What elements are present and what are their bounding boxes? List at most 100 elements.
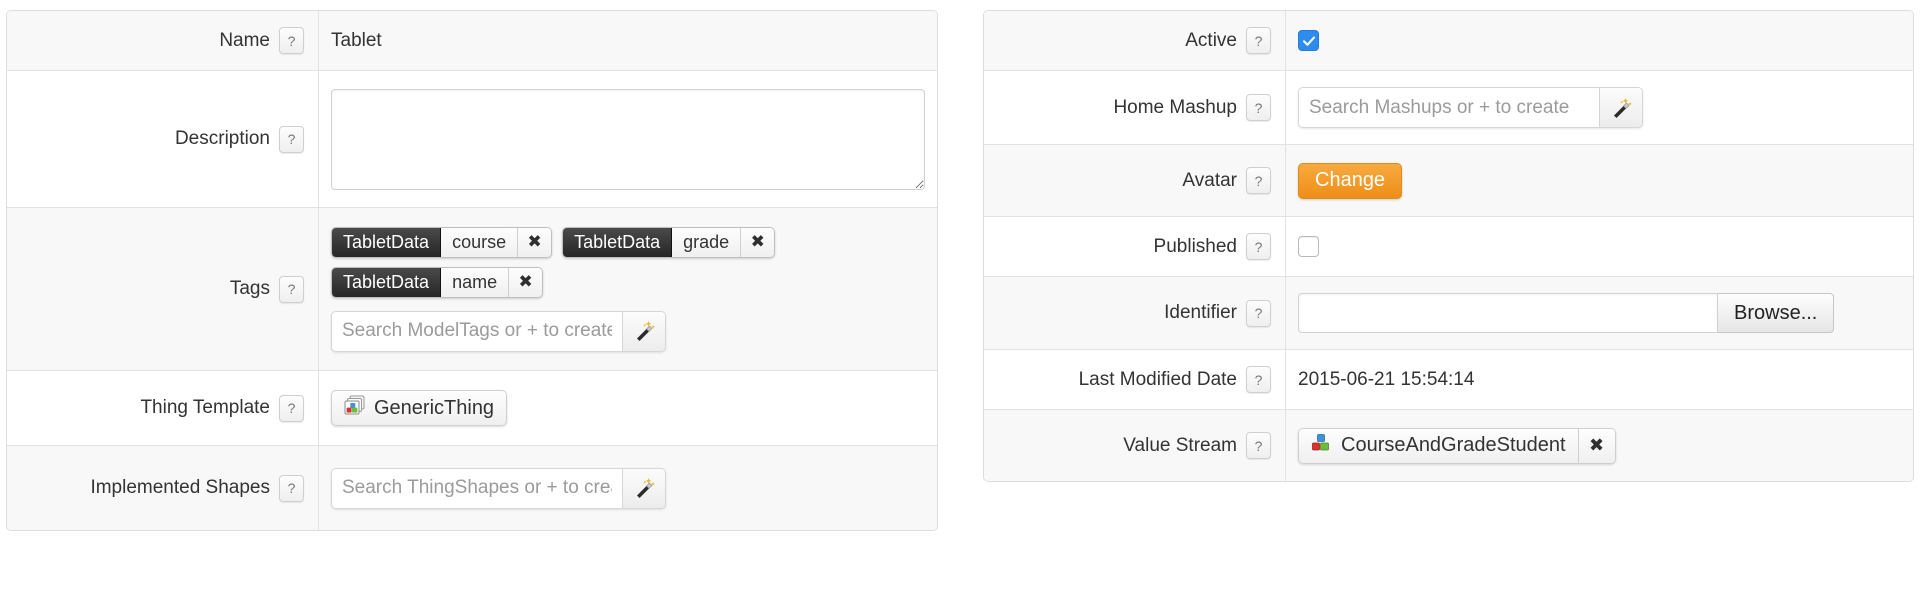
general-information-panel: Name ? Tablet Description ? Tags ? Table…	[6, 10, 938, 531]
magic-wand-icon[interactable]	[622, 468, 665, 508]
label-published: Published ?	[984, 217, 1286, 276]
field-description	[319, 71, 937, 207]
row-identifier: Identifier ? Browse...	[984, 277, 1913, 350]
label-value-stream: Value Stream ?	[984, 410, 1286, 481]
identifier-input[interactable]	[1298, 293, 1718, 333]
label-tags: Tags ?	[7, 208, 319, 370]
field-value-stream: CourseAndGradeStudent ✖	[1286, 410, 1913, 481]
row-active: Active ?	[984, 11, 1913, 71]
tag-list-row-2: TabletData name ✖	[331, 266, 544, 298]
label-description: Description ?	[7, 71, 319, 207]
home-mashup-search-widget	[1298, 87, 1643, 128]
tag-term: course	[441, 227, 519, 257]
label-avatar-text: Avatar	[1182, 169, 1237, 191]
label-thing-template: Thing Template ?	[7, 371, 319, 445]
identifier-widget: Browse...	[1298, 293, 1835, 333]
label-last-modified-date-text: Last Modified Date	[1078, 368, 1237, 390]
value-stream-chip[interactable]: CourseAndGradeStudent ✖	[1298, 427, 1616, 464]
published-checkbox[interactable]	[1298, 236, 1319, 257]
field-active	[1286, 11, 1913, 70]
label-thing-template-text: Thing Template	[140, 397, 270, 418]
help-icon-active[interactable]: ?	[1246, 27, 1271, 54]
tags-search-input[interactable]	[332, 311, 623, 351]
tag-chip[interactable]: TabletData course ✖	[331, 226, 553, 258]
field-implemented-shapes	[319, 446, 937, 530]
label-name-text: Name	[219, 29, 270, 51]
row-name: Name ? Tablet	[7, 11, 937, 71]
thing-template-chip-body: GenericThing	[332, 391, 506, 425]
label-active-text: Active	[1185, 29, 1237, 51]
tag-term: grade	[672, 227, 742, 257]
magic-wand-icon[interactable]	[622, 311, 665, 351]
configuration-panel: Active ? Home Mashup ? Search Mashups or…	[983, 10, 1914, 482]
help-icon-implemented-shapes[interactable]: ?	[279, 474, 304, 502]
implemented-shapes-search-input[interactable]	[332, 468, 623, 508]
help-icon-home-mashup[interactable]: ?	[1246, 94, 1271, 121]
row-description: Description ?	[7, 71, 937, 208]
value-stream-remove-icon[interactable]: ✖	[1577, 428, 1615, 463]
tag-vocabulary: TabletData	[332, 267, 442, 297]
tag-remove-icon[interactable]: ✖	[741, 227, 775, 257]
row-value-stream: Value Stream ? CourseAndGradeStudent ✖	[984, 410, 1913, 481]
field-published	[1286, 217, 1913, 276]
tag-vocabulary: TabletData	[332, 227, 442, 257]
name-value: Tablet	[331, 29, 382, 51]
value-stream-chip-body: CourseAndGradeStudent	[1299, 429, 1578, 463]
help-icon-published[interactable]: ?	[1246, 233, 1271, 260]
row-thing-template: Thing Template ? GenericThing	[7, 371, 937, 446]
thing-template-chip-label: GenericThing	[374, 396, 495, 419]
label-avatar: Avatar ?	[984, 145, 1286, 216]
value-stream-chip-label: CourseAndGradeStudent	[1341, 434, 1566, 456]
label-implemented-shapes-text: Implemented Shapes	[90, 477, 270, 498]
tag-chip[interactable]: TabletData name ✖	[331, 266, 544, 298]
thing-template-icon	[344, 394, 366, 422]
help-icon-thing-template[interactable]: ?	[279, 394, 304, 422]
help-icon-name[interactable]: ?	[279, 27, 304, 54]
tag-remove-icon[interactable]: ✖	[509, 267, 543, 297]
row-last-modified-date: Last Modified Date ? 2015-06-21 15:54:14	[984, 350, 1913, 410]
label-home-mashup: Home Mashup ?	[984, 71, 1286, 144]
label-published-text: Published	[1153, 235, 1237, 257]
field-last-modified-date: 2015-06-21 15:54:14	[1286, 350, 1913, 409]
label-name: Name ?	[7, 11, 319, 70]
tag-vocabulary: TabletData	[563, 227, 673, 257]
field-tags: TabletData course ✖ TabletData grade ✖ T…	[319, 208, 937, 370]
row-published: Published ?	[984, 217, 1913, 277]
field-name: Tablet	[319, 11, 937, 70]
label-tags-text: Tags	[229, 278, 270, 299]
identifier-browse-button[interactable]: Browse...	[1718, 293, 1835, 333]
label-last-modified-date: Last Modified Date ?	[984, 350, 1286, 409]
label-description-text: Description	[174, 128, 270, 149]
home-mashup-search-input[interactable]	[1299, 88, 1600, 127]
thing-properties-form: Name ? Tablet Description ? Tags ? Table…	[0, 0, 1920, 595]
magic-wand-icon[interactable]	[1599, 88, 1642, 127]
value-stream-icon	[1311, 433, 1333, 459]
help-icon-description[interactable]: ?	[279, 125, 304, 153]
help-icon-avatar[interactable]: ?	[1246, 167, 1271, 194]
label-identifier: Identifier ?	[984, 277, 1286, 349]
implemented-shapes-search-widget	[331, 467, 666, 509]
help-icon-value-stream[interactable]: ?	[1246, 432, 1271, 459]
label-active: Active ?	[984, 11, 1286, 70]
tags-search-widget	[331, 310, 666, 352]
description-textarea[interactable]	[331, 88, 925, 190]
field-identifier: Browse...	[1286, 277, 1913, 349]
tag-list-row-1: TabletData course ✖ TabletData grade ✖	[331, 226, 776, 258]
thing-template-chip[interactable]: GenericThing	[331, 390, 508, 426]
help-icon-last-modified-date[interactable]: ?	[1246, 366, 1271, 393]
row-implemented-shapes: Implemented Shapes ?	[7, 446, 937, 530]
avatar-change-button[interactable]: Change	[1298, 162, 1403, 199]
checkmark-icon	[1302, 36, 1315, 46]
field-thing-template: GenericThing	[319, 371, 937, 445]
help-icon-tags[interactable]: ?	[279, 275, 304, 303]
row-tags: Tags ? TabletData course ✖ TabletData gr…	[7, 208, 937, 371]
active-checkbox[interactable]	[1298, 30, 1319, 51]
label-value-stream-text: Value Stream	[1123, 434, 1237, 456]
label-identifier-text: Identifier	[1164, 302, 1237, 323]
label-home-mashup-text: Home Mashup	[1113, 96, 1237, 118]
field-avatar: Change	[1286, 145, 1913, 216]
tag-chip[interactable]: TabletData grade ✖	[562, 226, 776, 258]
tag-term: name	[441, 267, 510, 297]
tag-remove-icon[interactable]: ✖	[518, 227, 552, 257]
help-icon-identifier[interactable]: ?	[1246, 299, 1271, 327]
